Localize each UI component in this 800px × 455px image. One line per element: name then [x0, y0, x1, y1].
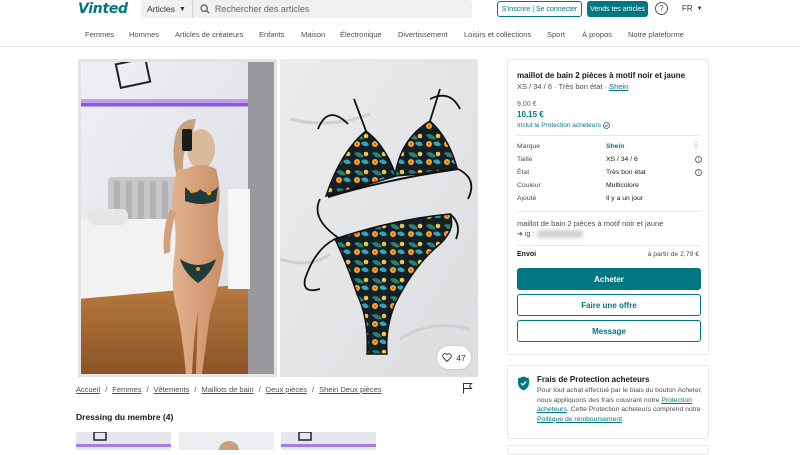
search-icon [200, 4, 210, 14]
shipping-label: Envoi [517, 251, 537, 258]
vinted-logo[interactable]: Vinted [78, 1, 128, 17]
detail-label: Taille [517, 156, 533, 163]
nav-electronique[interactable]: Électronique [340, 30, 382, 39]
flag-icon[interactable] [462, 382, 473, 394]
item-details-panel: maillot de bain 2 pièces à motif noir et… [507, 59, 709, 355]
nav-enfants[interactable]: Enfants [259, 30, 284, 39]
chevron-down-icon: ▼ [696, 5, 703, 12]
detail-value: Multicolore [606, 182, 639, 189]
listing-photo-main[interactable] [78, 59, 277, 377]
item-subtitle: XS / 34 / 6 · Très bon état · Shein [517, 82, 628, 91]
detail-row-condition: État Très bon état i [517, 169, 702, 179]
detail-value: Il y a un jour [606, 195, 644, 202]
category-nav: Femmes Hommes Articles de créateurs Enfa… [0, 20, 800, 47]
sell-items-button[interactable]: Vends tes articles [587, 1, 648, 17]
nav-a-propos[interactable]: À propos [582, 30, 612, 39]
ig-label: ➜ ig : [517, 231, 535, 238]
protection-included-label: Inclut la Protection acheteurs [517, 122, 601, 129]
detail-row-brand: Marque Shein ⋮ [517, 142, 702, 153]
shipping-price: à partir de 2,79 € [647, 251, 699, 258]
detail-label: Couleur [517, 182, 541, 189]
item-description: maillot de bain 2 pièces à motif noir et… [517, 219, 664, 228]
detail-value: Très bon état [606, 169, 646, 176]
nav-divertissement[interactable]: Divertissement [398, 30, 448, 39]
divider [517, 245, 701, 246]
item-title: maillot de bain 2 pièces à motif noir et… [517, 71, 686, 80]
item-price-with-protection: 10,15 € [517, 110, 544, 119]
wardrobe-thumbnail[interactable] [76, 432, 171, 450]
message-button[interactable]: Message [517, 320, 701, 342]
protection-text-part: . [622, 415, 624, 423]
detail-label: Ajouté [517, 195, 537, 202]
chevron-down-icon: ▼ [178, 5, 186, 13]
brand-link[interactable]: Shein [609, 82, 628, 91]
member-wardrobe-title: Dressing du membre (4) [76, 412, 174, 422]
nav-notre-plateforme[interactable]: Notre plateforme [628, 30, 684, 39]
protection-included-link[interactable]: Inclut la Protection acheteurs [517, 122, 610, 129]
item-size-condition: XS / 34 / 6 · Très bon état · [517, 82, 610, 91]
nav-femmes[interactable]: Femmes [85, 30, 114, 39]
favorite-count: 47 [456, 352, 466, 363]
breadcrumb-accueil[interactable]: Accueil [76, 385, 100, 394]
shield-icon [518, 376, 529, 391]
breadcrumb-deux-pieces[interactable]: Deux pièces [266, 385, 307, 394]
protection-title: Frais de Protection acheteurs [537, 375, 650, 384]
info-icon[interactable]: i [695, 169, 702, 176]
breadcrumb-femmes[interactable]: Femmes [112, 385, 141, 394]
detail-row-size: Taille XS / 34 / 6 i [517, 156, 702, 166]
buy-button[interactable]: Acheter [517, 268, 701, 290]
search-input[interactable] [214, 4, 455, 14]
search-bar: Articles ▼ [141, 0, 472, 18]
wardrobe-thumbnail[interactable] [179, 432, 274, 450]
detail-row-added: Ajouté Il y a un jour [517, 195, 702, 205]
protection-text-part: . Cette Protection acheteurs comprend no… [566, 406, 701, 413]
detail-value: XS / 34 / 6 [606, 156, 638, 163]
detail-label: État [517, 169, 530, 176]
top-header: Vinted Articles ▼ S'inscrire | Se connec… [0, 0, 800, 20]
protection-text: Pour tout achat effectué par le biais du… [537, 386, 703, 424]
nav-sport[interactable]: Sport [547, 30, 565, 39]
refund-policy-link[interactable]: Politique de remboursement [537, 416, 622, 423]
breadcrumb-vetements[interactable]: Vêtements [154, 385, 190, 394]
heart-icon [442, 353, 453, 362]
category-select-label: Articles [147, 4, 175, 14]
more-options-icon[interactable]: ⋮ [692, 142, 700, 150]
language-select[interactable]: FR ▼ [682, 4, 703, 13]
category-select[interactable]: Articles ▼ [141, 0, 193, 18]
item-price: 9,00 € [517, 101, 537, 108]
favorite-button[interactable]: 47 [437, 346, 471, 369]
bikini-photo-illustration [280, 59, 478, 377]
mirror-photo-illustration [78, 59, 277, 377]
breadcrumb-shein-deux-pieces[interactable]: Shein Deux pièces [319, 385, 382, 394]
nav-maison[interactable]: Maison [301, 30, 325, 39]
listing-photo-secondary[interactable] [280, 59, 478, 377]
help-icon[interactable]: ? [655, 2, 668, 15]
detail-label: Marque [517, 143, 541, 150]
info-icon[interactable]: i [695, 156, 702, 163]
item-description-ig: ➜ ig : [517, 230, 584, 238]
nav-articles-createurs[interactable]: Articles de créateurs [175, 30, 243, 39]
divider [517, 211, 701, 212]
breadcrumb: Accueil / Femmes / Vêtements / Maillots de bai… [76, 385, 382, 394]
nav-hommes[interactable]: Hommes [129, 30, 159, 39]
blurred-handle [537, 230, 584, 238]
detail-row-color: Couleur Multicolore [517, 182, 702, 192]
language-label: FR [682, 4, 693, 13]
wardrobe-thumbnail[interactable] [281, 432, 376, 450]
make-offer-button[interactable]: Faire une offre [517, 294, 701, 316]
breadcrumb-maillots[interactable]: Maillots de bain [202, 385, 254, 394]
shield-check-icon [602, 122, 610, 129]
next-card [507, 445, 709, 455]
divider [517, 135, 701, 136]
buyer-protection-card: Frais de Protection acheteurs Pour tout … [507, 365, 709, 439]
nav-loisirs[interactable]: Loisirs et collections [464, 30, 531, 39]
signup-login-button[interactable]: S'inscrire | Se connecter [497, 1, 582, 17]
detail-value-brand[interactable]: Shein [606, 143, 625, 150]
